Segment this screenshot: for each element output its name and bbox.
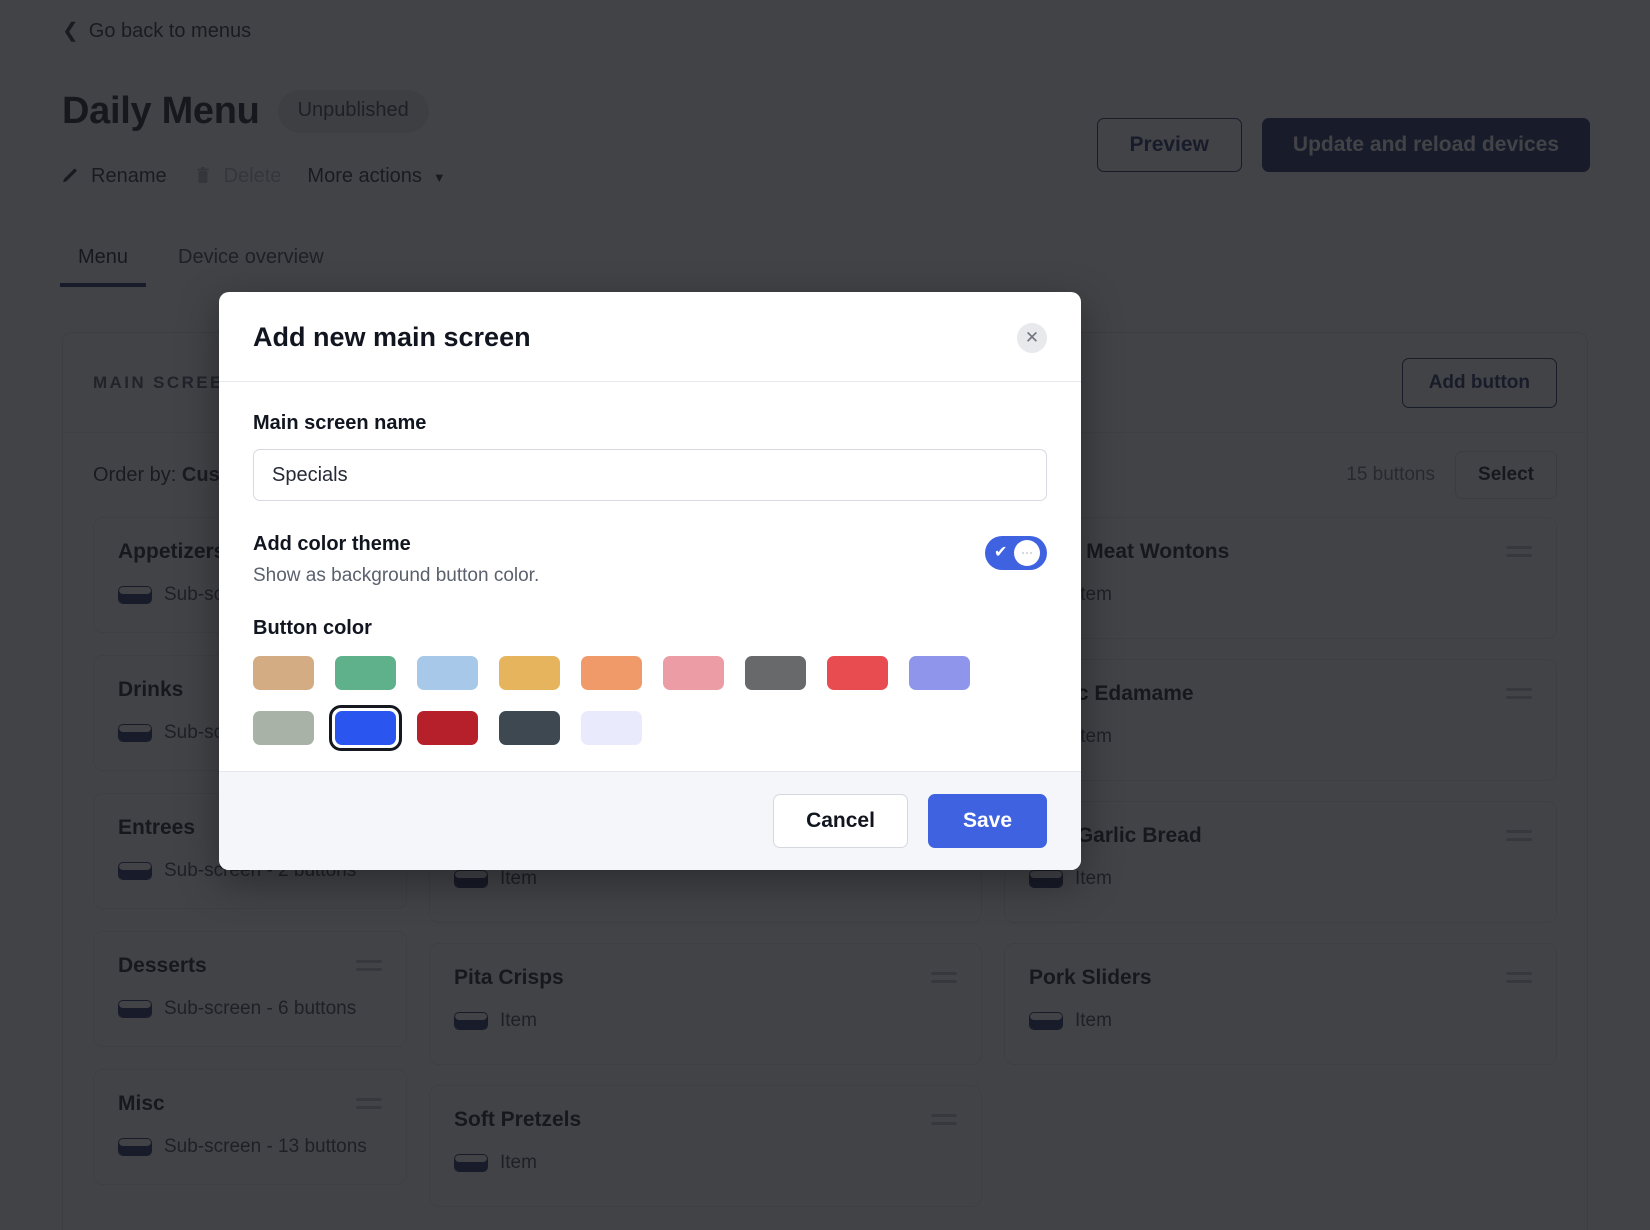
color-swatch-0[interactable] <box>253 656 314 690</box>
main-screen-name-input[interactable] <box>253 449 1047 501</box>
color-swatch-1[interactable] <box>335 656 396 690</box>
toggle-knob <box>1014 540 1040 566</box>
dialog-title: Add new main screen <box>253 322 531 352</box>
color-swatch-fill <box>499 711 560 745</box>
color-swatch-fill <box>335 656 396 690</box>
color-swatch-fill <box>663 656 724 690</box>
color-swatch-fill <box>417 711 478 745</box>
color-swatch-fill <box>417 656 478 690</box>
color-swatch-9[interactable] <box>253 711 314 745</box>
color-swatch-fill <box>909 656 970 690</box>
color-swatch-11[interactable] <box>417 711 478 745</box>
add-color-theme-row: Add color theme Show as background butto… <box>253 533 1047 587</box>
main-screen-name-label: Main screen name <box>253 412 427 434</box>
color-swatch-fill <box>253 656 314 690</box>
color-swatch-fill <box>499 656 560 690</box>
save-button[interactable]: Save <box>927 794 1047 848</box>
color-swatch-12[interactable] <box>499 711 560 745</box>
dialog-body: Main screen name Add color theme Show as… <box>219 382 1081 771</box>
color-swatch-10[interactable] <box>329 705 402 751</box>
check-icon: ✔ <box>994 544 1008 561</box>
app-root: ❮ Go back to menus Daily Menu Unpublishe… <box>0 0 1650 1230</box>
color-swatch-fill <box>253 711 314 745</box>
color-swatch-fill <box>827 656 888 690</box>
close-icon[interactable]: ✕ <box>1017 322 1047 353</box>
color-swatch-13[interactable] <box>581 711 642 745</box>
button-color-swatches <box>253 656 1047 751</box>
button-color-label: Button color <box>253 617 372 639</box>
color-swatch-fill <box>581 656 642 690</box>
color-swatch-6[interactable] <box>745 656 806 690</box>
color-swatch-3[interactable] <box>499 656 560 690</box>
add-color-theme-help: Show as background button color. <box>253 565 540 586</box>
color-swatch-fill <box>335 711 396 745</box>
color-swatch-7[interactable] <box>827 656 888 690</box>
dialog-footer: Cancel Save <box>219 771 1081 870</box>
cancel-button[interactable]: Cancel <box>773 794 908 848</box>
add-color-theme-toggle[interactable]: ✔ <box>985 536 1047 570</box>
color-swatch-fill <box>581 711 642 745</box>
add-color-theme-label: Add color theme <box>253 533 411 555</box>
dialog-header: Add new main screen ✕ <box>219 292 1081 382</box>
color-swatch-4[interactable] <box>581 656 642 690</box>
color-swatch-8[interactable] <box>909 656 970 690</box>
color-swatch-5[interactable] <box>663 656 724 690</box>
color-swatch-2[interactable] <box>417 656 478 690</box>
add-new-main-screen-dialog: Add new main screen ✕ Main screen name A… <box>219 292 1081 870</box>
color-swatch-fill <box>745 656 806 690</box>
